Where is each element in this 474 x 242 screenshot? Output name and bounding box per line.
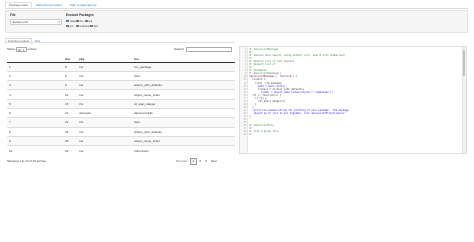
cell-line: 10 bbox=[63, 89, 77, 100]
cell-fun: object_name_ticker bbox=[132, 135, 235, 146]
cell-index: 8 bbox=[7, 126, 63, 137]
code-viewer[interactable]: 1 #' dancerconfPackage 2 #' 3 #' dancers more… bbox=[239, 46, 467, 154]
file-label: File bbox=[10, 13, 16, 17]
cell-pkg: tmt bbox=[77, 145, 132, 155]
cell-pkg: unknown bbox=[77, 107, 132, 118]
tab-plot[interactable]: Plot bbox=[32, 38, 43, 44]
table-info: Showing 1 to 10 of 23 entries bbox=[7, 159, 46, 163]
cell-fun: tmFunction bbox=[132, 145, 235, 155]
cell-index: 1 bbox=[7, 61, 63, 72]
cell-index: 6 bbox=[7, 107, 63, 118]
code-text: object up to join to all together, into … bbox=[249, 111, 346, 115]
table-row[interactable]: 7 23 tmt here bbox=[7, 117, 235, 128]
file-select-value: dancer.mrX bbox=[12, 20, 28, 24]
cell-pkg: tmt bbox=[77, 98, 132, 109]
checkbox-base[interactable] bbox=[66, 19, 69, 23]
cell-fun: tickers_with_defaults bbox=[132, 80, 235, 90]
cell-fun: trm_package bbox=[132, 61, 235, 72]
exclude-label: Exclude Packages bbox=[66, 13, 94, 17]
table-row[interactable]: 8 24 tmt tickers_with_defaults bbox=[7, 126, 235, 137]
search-input[interactable] bbox=[185, 47, 232, 52]
table-row[interactable]: 2 8 tmt here bbox=[7, 70, 235, 81]
code-line: 22 object up to join to all together, in… bbox=[240, 112, 349, 115]
cell-line: 24 bbox=[63, 126, 77, 137]
file-select[interactable]: dancer.mrX ▾ bbox=[10, 19, 62, 25]
cell-index: 4 bbox=[7, 89, 63, 100]
cell-index: 10 bbox=[7, 145, 63, 155]
cell-line: 8 bbox=[63, 70, 77, 81]
cell-line: 23 bbox=[63, 117, 77, 128]
function-table: line pkg fun 1 8 tmt trm_package 2 8 tmt here 3 9… bbox=[7, 56, 235, 155]
table-row[interactable]: 10 29 tmt tmFunction bbox=[7, 145, 235, 155]
line-number: 29 bbox=[243, 133, 247, 137]
cell-index: 9 bbox=[7, 135, 63, 146]
cell-line: 8 bbox=[63, 61, 77, 72]
cell-fun: dancerconFile bbox=[132, 107, 235, 118]
search-label: Search: bbox=[174, 47, 185, 52]
option-lpa[interactable]: lpa bbox=[85, 19, 92, 23]
table-body: 1 8 tmt trm_package 2 8 tmt here 3 9 tmt tickers_wi… bbox=[7, 61, 235, 155]
cell-line: 25 bbox=[63, 135, 77, 146]
checkbox-fun[interactable] bbox=[76, 19, 79, 23]
code-scrollbar[interactable] bbox=[462, 47, 466, 153]
table-row[interactable]: 9 25 tmt object_name_ticker bbox=[7, 135, 235, 146]
cell-pkg: tmt bbox=[77, 61, 132, 72]
length-control: Show 10 ▾ entries bbox=[7, 47, 37, 52]
code-text: #' bbox=[249, 133, 253, 137]
table-search: Search: bbox=[174, 47, 232, 52]
code-line: 29 #' bbox=[240, 133, 349, 136]
cell-fun: tickers_with_defaults bbox=[132, 126, 235, 137]
table-row[interactable]: 5 15 tmt ctl_start_danger bbox=[7, 98, 235, 109]
cell-index: 3 bbox=[7, 80, 63, 90]
entries-label: entries bbox=[27, 47, 37, 52]
filter-panel: File dancer.mrX ▾ Exclude Packages base … bbox=[5, 10, 468, 33]
previous-button[interactable]: Previous bbox=[174, 159, 190, 164]
show-label: Show bbox=[7, 47, 15, 52]
cell-pkg: tmt bbox=[77, 89, 132, 100]
cell-pkg: tmt bbox=[77, 70, 132, 81]
cell-line: 21 bbox=[63, 107, 77, 118]
checkbox-pm[interactable] bbox=[66, 24, 69, 28]
cell-line: 29 bbox=[63, 145, 77, 155]
next-button[interactable]: Next bbox=[209, 159, 219, 164]
cell-fun: ctl_start_danger bbox=[132, 98, 235, 109]
page-button-1[interactable]: 1 bbox=[189, 158, 198, 165]
sub-tab-divider bbox=[5, 42, 235, 43]
cell-index: 2 bbox=[7, 70, 63, 81]
code-text: #' dancers more search, using default co… bbox=[249, 54, 345, 58]
code-lines: 1 #' dancerconfPackage 2 #' 3 #' dancers more… bbox=[240, 48, 349, 136]
option-dpc[interactable]: dpc bbox=[90, 24, 98, 28]
checkbox-dpc[interactable] bbox=[90, 24, 93, 28]
chevron-down-icon: ▾ bbox=[23, 48, 25, 52]
table-row[interactable]: 1 8 tmt trm_package bbox=[7, 61, 235, 72]
scrollbar-thumb[interactable] bbox=[462, 50, 466, 76]
cell-line: 15 bbox=[63, 98, 77, 109]
cell-pkg: tmt bbox=[77, 117, 132, 128]
cell-pkg: tmt bbox=[77, 126, 132, 137]
checkbox-unknown[interactable] bbox=[76, 24, 79, 28]
cell-fun: here bbox=[132, 117, 235, 128]
table-row[interactable]: 4 10 tmt object_name_ticker bbox=[7, 89, 235, 100]
table-row[interactable]: 3 9 tmt tickers_with_defaults bbox=[7, 80, 235, 90]
tab-divider bbox=[5, 7, 468, 9]
cell-line: 9 bbox=[63, 80, 77, 90]
pagination: Previous 1 2 3 Next bbox=[174, 158, 219, 165]
checkbox-lpa[interactable] bbox=[85, 19, 88, 23]
tab-function-review[interactable]: Function review bbox=[5, 38, 33, 44]
cell-pkg: tmt bbox=[77, 80, 132, 90]
chevron-down-icon: ▾ bbox=[58, 20, 60, 24]
option-fun[interactable]: fun bbox=[76, 19, 83, 23]
cell-pkg: tmt bbox=[77, 135, 132, 146]
cell-index: 7 bbox=[7, 117, 63, 128]
cell-fun: object_name_ticker bbox=[132, 89, 235, 100]
length-select[interactable]: 10 ▾ bbox=[15, 47, 27, 52]
option-pm[interactable]: pm bbox=[66, 24, 73, 28]
code-line: 3 #' dancers more search, using default c… bbox=[240, 54, 349, 57]
table-row[interactable]: 6 21 unknown dancerconFile bbox=[7, 107, 235, 118]
option-unknown[interactable]: unknown bbox=[76, 24, 91, 28]
cell-fun: here bbox=[132, 70, 235, 81]
option-base[interactable]: base bbox=[66, 19, 76, 23]
sub-tabs: Function review Plot bbox=[5, 38, 43, 44]
cell-index: 5 bbox=[7, 98, 63, 109]
